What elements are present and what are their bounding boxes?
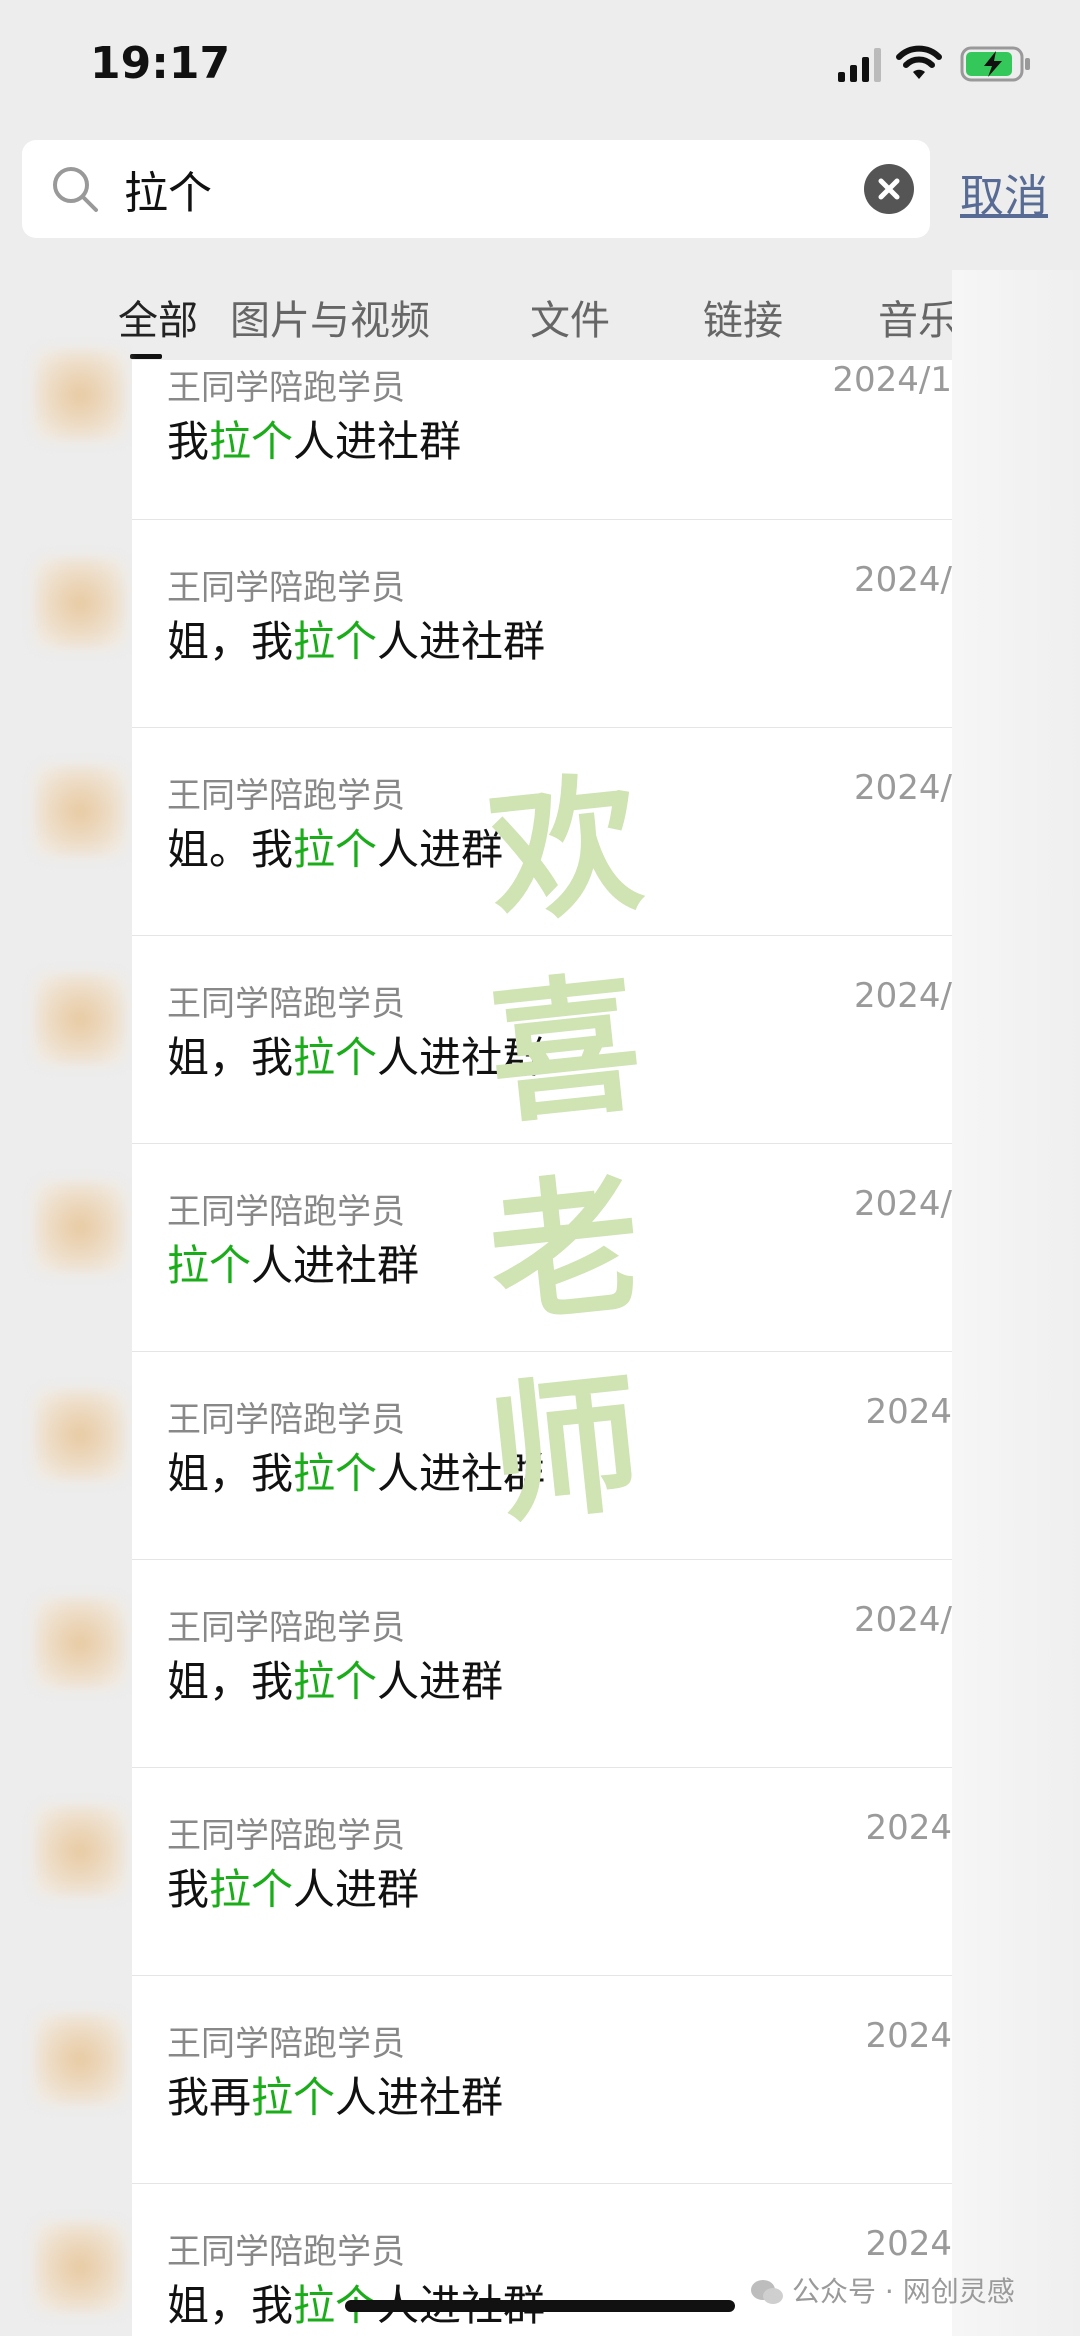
list-item[interactable]: 王同学陪跑学员 2024 姐，我拉个人进社群 [132, 2184, 952, 2336]
message-date: 2024/ [854, 1184, 952, 1224]
watermark-char: 师 [481, 1354, 649, 1546]
message-date: 2024/ [854, 560, 952, 600]
watermark-char: 喜 [481, 954, 649, 1146]
blurred-right-edge [952, 270, 1080, 2336]
list-item[interactable]: 王同学陪跑学员 2024/ 姐，我拉个人进社群 [132, 520, 952, 728]
message-text: 姐，我拉个人进群 [167, 1657, 504, 1706]
avatar [35, 974, 125, 1064]
status-time: 19:17 [90, 38, 231, 89]
sender-name: 王同学陪跑学员 [167, 1816, 405, 1856]
message-date: 2024 [865, 1392, 952, 1432]
tab-photos-videos[interactable]: 图片与视频 [230, 288, 430, 346]
status-bar: 19:17 [0, 0, 1080, 135]
avatar [35, 1598, 125, 1688]
account-watermark: 公众号 · 网创灵感 [750, 2270, 1015, 2310]
list-item[interactable]: 王同学陪跑学员 2024/1 我拉个人进社群 [132, 360, 952, 520]
sender-name: 王同学陪跑学员 [167, 776, 405, 816]
avatar [35, 558, 125, 648]
sender-name: 王同学陪跑学员 [167, 1192, 405, 1232]
sender-name: 王同学陪跑学员 [167, 984, 405, 1024]
cellular-signal-icon [838, 48, 881, 82]
highlight-match: 拉个 [251, 2073, 336, 2122]
message-date: 2024/ [854, 1600, 952, 1640]
highlight-match: 拉个 [293, 617, 378, 666]
highlight-match: 拉个 [293, 1033, 378, 1082]
message-text: 我再拉个人进社群 [167, 2073, 504, 2122]
highlight-match: 拉个 [293, 825, 378, 874]
message-text: 姐。我拉个人进群 [167, 825, 504, 874]
message-date: 2024 [865, 2016, 952, 2056]
sender-name: 王同学陪跑学员 [167, 368, 405, 408]
avatar [35, 1806, 125, 1896]
avatar [35, 2222, 125, 2312]
sender-name: 王同学陪跑学员 [167, 568, 405, 608]
calligraphy-watermark: 欢 喜 老 师 [470, 750, 660, 1550]
filter-tab-bar: 全部 图片与视频 文件 链接 音乐 [0, 270, 1080, 360]
watermark-text: 公众号 · 网创灵感 [792, 2275, 1015, 2308]
tab-files[interactable]: 文件 [530, 288, 610, 346]
highlight-match: 拉个 [293, 1657, 378, 1706]
close-icon [878, 178, 900, 200]
message-text: 拉个人进社群 [167, 1241, 420, 1290]
highlight-match: 拉个 [209, 1865, 294, 1914]
highlight-match: 拉个 [293, 1449, 378, 1498]
message-date: 2024 [865, 2224, 952, 2264]
avatar [35, 766, 125, 856]
message-date: 2024 [865, 1808, 952, 1848]
avatar [35, 1390, 125, 1480]
sender-name: 王同学陪跑学员 [167, 1608, 405, 1648]
clear-search-button[interactable] [864, 164, 914, 214]
blurred-avatar-column [0, 280, 132, 2336]
avatar [35, 2014, 125, 2104]
battery-charging-icon [960, 46, 1030, 82]
search-input[interactable] [124, 140, 864, 238]
avatar [35, 1182, 125, 1272]
message-date: 2024/ [854, 768, 952, 808]
sender-name: 王同学陪跑学员 [167, 1400, 405, 1440]
highlight-match: 拉个 [167, 1241, 252, 1290]
message-text: 姐，我拉个人进社群 [167, 617, 546, 666]
message-date: 2024/1 [832, 360, 952, 400]
highlight-match: 拉个 [209, 417, 294, 466]
sender-name: 王同学陪跑学员 [167, 2232, 405, 2272]
wifi-icon [896, 45, 942, 79]
wechat-icon [751, 2280, 783, 2304]
sender-name: 王同学陪跑学员 [167, 2024, 405, 2064]
search-icon [53, 167, 98, 212]
avatar [35, 350, 125, 440]
list-item[interactable]: 王同学陪跑学员 2024 我再拉个人进社群 [132, 1976, 952, 2184]
active-tab-indicator [130, 354, 162, 359]
message-date: 2024/ [854, 976, 952, 1016]
home-indicator[interactable] [345, 2300, 735, 2312]
cancel-button[interactable]: 取消 [960, 160, 1048, 224]
tab-music[interactable]: 音乐 [878, 288, 958, 346]
search-bar [22, 140, 930, 238]
list-item[interactable]: 王同学陪跑学员 2024/ 姐，我拉个人进群 [132, 1560, 952, 1768]
message-text: 我拉个人进群 [167, 1865, 420, 1914]
message-text: 我拉个人进社群 [167, 417, 462, 466]
watermark-char: 欢 [481, 754, 649, 946]
list-item[interactable]: 王同学陪跑学员 2024 我拉个人进群 [132, 1768, 952, 1976]
watermark-char: 老 [481, 1154, 649, 1346]
tab-links[interactable]: 链接 [703, 288, 783, 346]
